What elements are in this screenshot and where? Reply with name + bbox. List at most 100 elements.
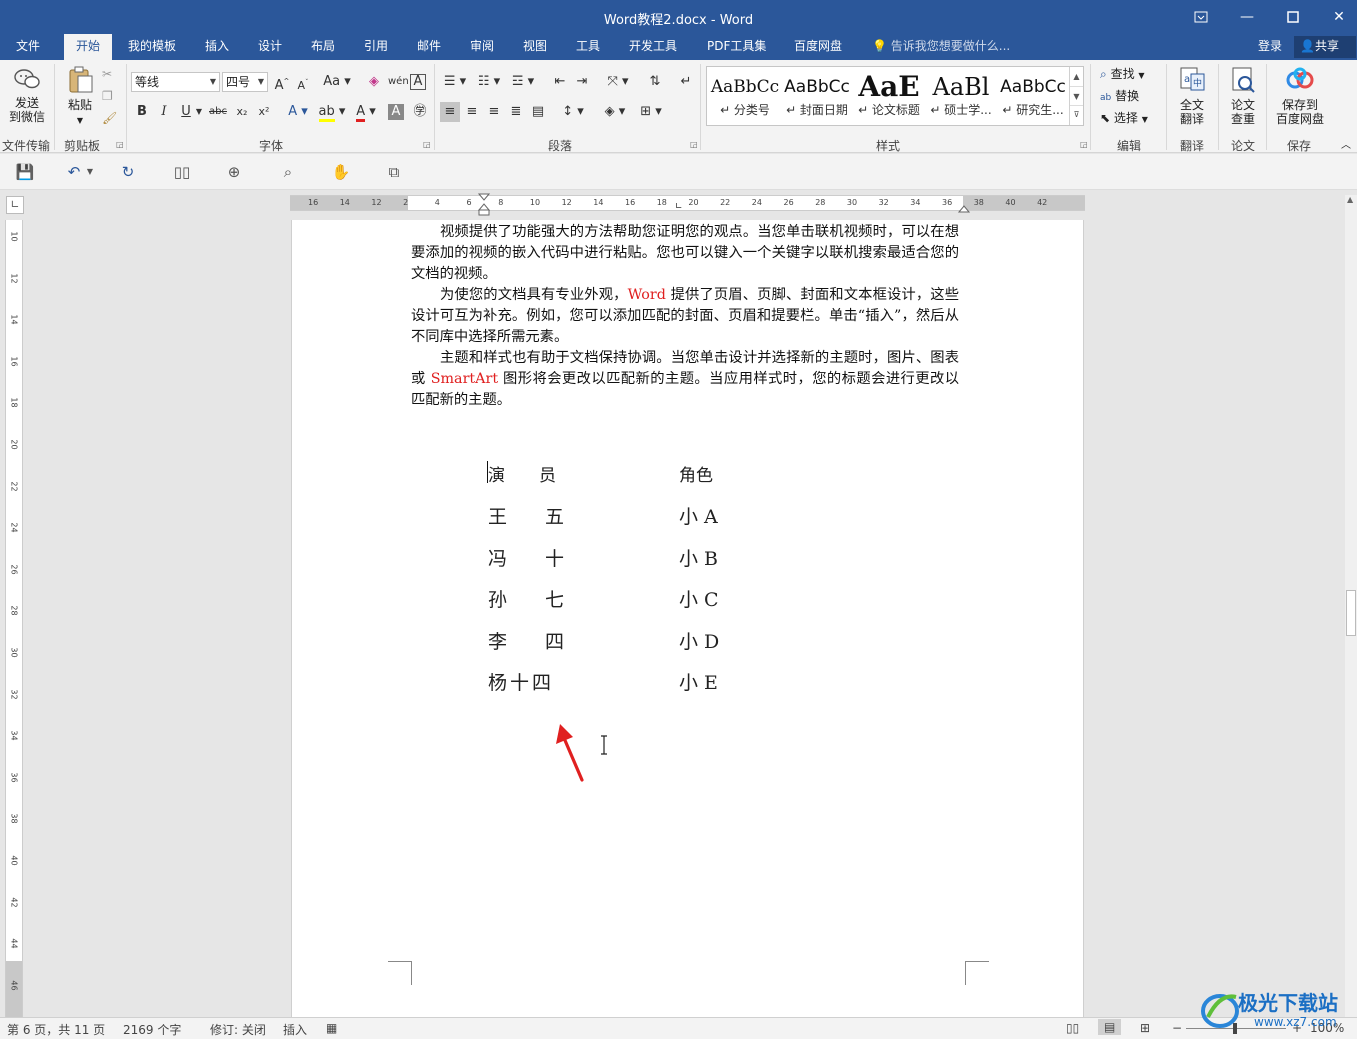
right-indent-icon[interactable]	[958, 204, 970, 214]
scrollbar-thumb[interactable]	[1346, 590, 1356, 636]
replace-button[interactable]: ab 替换	[1100, 86, 1139, 106]
tab-review[interactable]: 审阅	[462, 34, 502, 60]
select-button[interactable]: ⬉ 选择 ▼	[1100, 108, 1148, 128]
line-spacing-button[interactable]: ↕ ▾	[558, 102, 588, 122]
highlight-color-button[interactable]: ab ▾	[318, 102, 346, 122]
distributed-button[interactable]: ▤	[528, 102, 548, 122]
tab-pdf-tools[interactable]: PDF工具集	[699, 34, 774, 60]
bold-button[interactable]: B	[132, 102, 152, 122]
align-center-button[interactable]: ≡	[462, 102, 482, 122]
tab-my-templates[interactable]: 我的模板	[120, 34, 184, 60]
macro-record-icon[interactable]: ▦	[326, 1021, 337, 1035]
align-right-button[interactable]: ≡	[484, 102, 504, 122]
bullets-button[interactable]: ☰ ▾	[440, 72, 470, 92]
enclose-characters-button[interactable]: ㊫	[410, 102, 430, 122]
style-item-master-degree[interactable]: AaBl ↵ 硕士学...	[925, 67, 997, 125]
read-mode-button[interactable]: ▯▯	[172, 162, 192, 182]
font-dialog-launcher[interactable]: ◲	[423, 140, 431, 149]
tab-selector[interactable]: ∟	[6, 196, 24, 214]
underline-dropdown[interactable]: ▼	[194, 102, 204, 122]
justify-button[interactable]: ≣	[506, 102, 526, 122]
show-marks-button[interactable]: ↵	[676, 72, 696, 92]
document-page[interactable]: 视频提供了功能强大的方法帮助您证明您的观点。当您单击联机视频时，可以在想要添加的…	[291, 220, 1084, 1020]
strikethrough-button[interactable]: abc	[208, 102, 228, 122]
customize-qat-button[interactable]: ⧉	[384, 162, 404, 182]
multilevel-list-button[interactable]: ☲ ▾	[508, 72, 538, 92]
touch-mode-button[interactable]: ✋	[331, 162, 351, 182]
underline-button[interactable]: U	[176, 102, 196, 122]
tab-home[interactable]: 开始	[64, 34, 112, 60]
tab-layout[interactable]: 布局	[303, 34, 343, 60]
close-button[interactable]: ✕	[1316, 0, 1357, 34]
vertical-scrollbar[interactable]: ▲	[1345, 195, 1357, 1017]
horizontal-ruler[interactable]: 16 14 12 2 4 6 8 10 12 14 16 18 20 22 24 26 28 30 32 34 36 38…	[290, 193, 1085, 216]
decrease-indent-button[interactable]: ⇤	[550, 72, 570, 92]
tab-tools[interactable]: 工具	[568, 34, 608, 60]
paste-button[interactable]: 粘贴 ▼	[60, 66, 100, 128]
indent-marker-icon[interactable]	[478, 193, 490, 217]
save-button[interactable]: 💾	[15, 162, 35, 182]
tab-mailings[interactable]: 邮件	[409, 34, 449, 60]
borders-button[interactable]: ⊞ ▾	[636, 102, 666, 122]
tab-insert[interactable]: 插入	[197, 34, 237, 60]
zoom-out-icon[interactable]: −	[1172, 1021, 1182, 1035]
superscript-button[interactable]: x²	[254, 102, 274, 122]
tab-references[interactable]: 引用	[356, 34, 396, 60]
find-button[interactable]: ⌕ 查找 ▼	[1100, 64, 1145, 84]
styles-scroll[interactable]: ▲ ▼ ⊽	[1069, 67, 1083, 125]
character-border-button[interactable]: A	[410, 74, 426, 90]
phonetic-guide-button[interactable]: wén	[388, 72, 409, 92]
undo-dropdown[interactable]: ▼	[84, 162, 96, 182]
word-count[interactable]: 2169 个字	[123, 1021, 181, 1038]
style-item-graduate[interactable]: AaBbCc ↵ 研究生...	[997, 67, 1069, 125]
ribbon-display-options-button[interactable]	[1178, 0, 1224, 34]
numbering-button[interactable]: ☷ ▾	[474, 72, 504, 92]
font-size-combo[interactable]: 四号 ▼	[222, 72, 268, 92]
character-shading-button[interactable]: A	[388, 104, 404, 120]
tab-design[interactable]: 设计	[250, 34, 290, 60]
style-item-classification[interactable]: AaBbCc ↵ 分类号	[709, 67, 781, 125]
web-layout-button[interactable]: ⊕	[224, 162, 244, 182]
font-name-combo[interactable]: 等线 ▼	[131, 72, 220, 92]
format-painter-button[interactable]: 🖌	[102, 108, 117, 128]
read-mode-view-icon[interactable]: ▯▯	[1066, 1021, 1079, 1035]
italic-button[interactable]: I	[154, 102, 174, 122]
shrink-font-button[interactable]: Aˇ	[293, 72, 313, 92]
change-case-button[interactable]: Aa ▾	[322, 72, 352, 92]
print-layout-view-icon[interactable]: ▤	[1098, 1019, 1122, 1035]
clear-formatting-button[interactable]: ◈	[364, 72, 384, 92]
shading-button[interactable]: ◈ ▾	[600, 102, 630, 122]
minimize-button[interactable]: —	[1224, 0, 1270, 34]
increase-indent-button[interactable]: ⇥	[572, 72, 592, 92]
tab-file[interactable]: 文件	[8, 34, 48, 60]
copy-button[interactable]: ❐	[102, 86, 113, 106]
subscript-button[interactable]: x₂	[232, 102, 252, 122]
full-text-translate-button[interactable]: a中 全文 翻译	[1172, 66, 1212, 126]
track-changes-status[interactable]: 修订: 关闭	[210, 1021, 266, 1038]
styles-dialog-launcher[interactable]: ◲	[1080, 140, 1088, 149]
more-styles-icon[interactable]: ⊽	[1070, 105, 1083, 123]
insert-mode-status[interactable]: 插入	[283, 1021, 307, 1038]
login-link[interactable]: 登录	[1258, 34, 1282, 58]
share-button[interactable]: 👤共享	[1294, 36, 1356, 58]
send-to-wechat-button[interactable]: 发送 到微信	[4, 66, 50, 124]
web-layout-view-icon[interactable]: ⊞	[1140, 1021, 1150, 1035]
undo-button[interactable]: ↶	[64, 162, 84, 182]
scroll-up-icon[interactable]: ▲	[1070, 67, 1083, 86]
tab-view[interactable]: 视图	[515, 34, 555, 60]
clipboard-dialog-launcher[interactable]: ◲	[116, 140, 124, 149]
align-left-button[interactable]: ≡	[440, 102, 460, 122]
paragraph-dialog-launcher[interactable]: ◲	[690, 140, 698, 149]
thesis-check-button[interactable]: 论文 查重	[1224, 66, 1262, 126]
collapse-ribbon-button[interactable]: ︿	[1341, 136, 1351, 156]
page-count[interactable]: 第 6 页，共 11 页	[7, 1021, 105, 1038]
save-to-baidu-button[interactable]: 保存到 百度网盘	[1272, 66, 1328, 126]
font-color-button[interactable]: A ▾	[352, 102, 380, 122]
tell-me-search[interactable]: 💡 告诉我您想要做什么...	[872, 34, 1010, 60]
maximize-button[interactable]	[1270, 0, 1316, 34]
style-item-cover-date[interactable]: AaBbCc ↵ 封面日期	[781, 67, 853, 125]
chinese-layout-button[interactable]: ⤧ ▾	[604, 72, 632, 92]
scroll-up-arrow-icon[interactable]: ▲	[1347, 195, 1353, 204]
style-item-thesis-title[interactable]: AaE ↵ 论文标题	[853, 67, 925, 125]
redo-button[interactable]: ↻	[118, 162, 138, 182]
